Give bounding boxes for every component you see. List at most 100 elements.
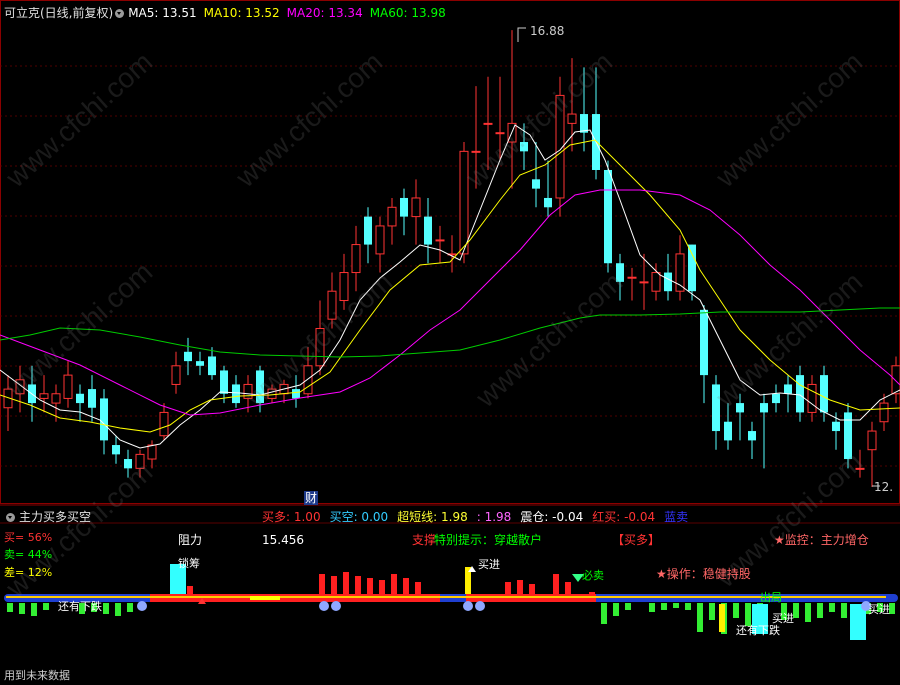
candle-body	[736, 403, 744, 413]
stock-title[interactable]: 可立克(日线,前复权)	[4, 6, 113, 20]
candle-body	[532, 179, 540, 189]
green-bar	[841, 603, 847, 618]
indicator-title[interactable]: 主力买多买空	[19, 510, 91, 524]
candle-body	[124, 459, 132, 469]
face-icon	[331, 601, 341, 611]
candle-body	[76, 393, 84, 404]
indicator-value: 买多: 1.00	[262, 510, 321, 524]
candle-body	[232, 384, 240, 404]
buy-more-signal: 【买多】	[612, 533, 661, 547]
face-icon	[463, 601, 473, 611]
candle-body	[303, 365, 313, 395]
green-bar	[661, 603, 667, 610]
candle-body	[387, 206, 397, 227]
low-price-label: 12.	[874, 480, 894, 494]
green-bar	[43, 603, 49, 610]
ma-legend-item: MA10: 13.52	[203, 6, 280, 20]
candle-body	[208, 356, 216, 376]
face-icon	[475, 601, 485, 611]
dropdown-icon[interactable]	[115, 9, 125, 18]
candle-body	[364, 216, 372, 245]
green-bar	[649, 603, 655, 612]
ma5-line	[0, 124, 900, 449]
tag-still-fall-2: 还有下跌	[736, 624, 780, 637]
footer-note: 用到未来数据	[4, 669, 70, 682]
candle-body	[375, 225, 385, 255]
candle-body	[88, 389, 96, 408]
green-bar	[19, 603, 25, 614]
indicator-value: 超短线: 1.98	[397, 510, 468, 524]
high-marker	[517, 27, 526, 42]
candle-body	[784, 384, 792, 394]
tag-buy-in: 买进	[478, 558, 500, 571]
indicator-value: 蓝卖	[664, 510, 689, 524]
green-bar	[601, 603, 607, 624]
yellow-bar	[719, 604, 725, 632]
green-bar	[817, 603, 823, 618]
candle-body	[879, 402, 889, 423]
candle-body	[580, 114, 588, 133]
stock-chart[interactable]	[0, 0, 900, 685]
candle-body	[100, 398, 108, 441]
candle-body	[135, 453, 145, 469]
monitor-text: ★监控：主力增仓	[774, 533, 869, 547]
candle-body	[147, 444, 157, 460]
tag-lock: 锁筹	[178, 557, 200, 570]
candle-body	[867, 430, 877, 451]
candle-body	[616, 263, 624, 282]
candle-body	[39, 393, 49, 399]
candle-body	[51, 393, 61, 404]
candle-body	[651, 272, 661, 292]
candle-body	[471, 150, 481, 153]
ma-legend-item: MA5: 13.51	[128, 6, 197, 20]
ma-legend: MA5: 13.51 MA10: 13.52 MA20: 13.34 MA60: 13…	[128, 6, 453, 20]
ma20-line	[0, 189, 900, 416]
candle-body	[171, 365, 181, 385]
candle-body	[639, 281, 649, 284]
indicator-value: : 1.98	[476, 510, 512, 524]
candle-body	[184, 351, 192, 362]
diff-percent: 差= 12%	[4, 566, 53, 579]
green-bar	[31, 603, 37, 616]
indicator-value: 买空: 0.00	[329, 510, 389, 524]
green-bar	[697, 603, 703, 632]
green-bar	[7, 603, 13, 612]
candle-body	[339, 272, 349, 302]
ma-legend-item: MA20: 13.34	[286, 6, 363, 20]
green-bar	[709, 603, 715, 620]
face-icon	[137, 601, 147, 611]
candle-body	[772, 393, 780, 404]
candle-body	[112, 445, 120, 455]
candle-body	[520, 142, 528, 152]
special-tip: 特别提示：穿越散户	[434, 533, 543, 547]
green-bar	[115, 603, 121, 616]
candle-body	[844, 412, 852, 460]
indicator-value: 震仓: -0.04	[520, 510, 584, 524]
candle-body	[855, 467, 865, 470]
indicator-menu-icon[interactable]	[6, 513, 15, 522]
finance-marker[interactable]: 财	[304, 491, 319, 505]
candle-body	[832, 421, 840, 432]
tag-must-sell: 必卖	[582, 569, 604, 582]
green-bar	[733, 603, 739, 618]
candle-body	[700, 309, 708, 376]
base-band-yellow-seg	[250, 596, 280, 600]
indicator-values: 买多: 1.00 买空: 0.00 超短线: 1.98 : 1.98 震仓: -0.04…	[262, 510, 697, 524]
tag-buy-sell: 买进	[868, 603, 890, 616]
candle-body	[459, 150, 469, 255]
green-bar	[613, 603, 619, 616]
indicator-value: 红买: -0.04	[592, 510, 656, 524]
candle-body	[796, 375, 804, 413]
candle-body	[627, 276, 637, 279]
candle-body	[411, 197, 421, 218]
candle-body	[220, 370, 228, 394]
resistance-value: 15.456	[262, 533, 304, 547]
candle-body	[63, 374, 73, 399]
candle-body	[292, 389, 300, 399]
candle-body	[495, 132, 505, 135]
ma10-line	[0, 139, 900, 433]
ma60-line	[0, 307, 900, 358]
candle-body	[327, 290, 337, 320]
tag-out: 出局	[760, 591, 782, 604]
green-bar	[625, 603, 631, 610]
